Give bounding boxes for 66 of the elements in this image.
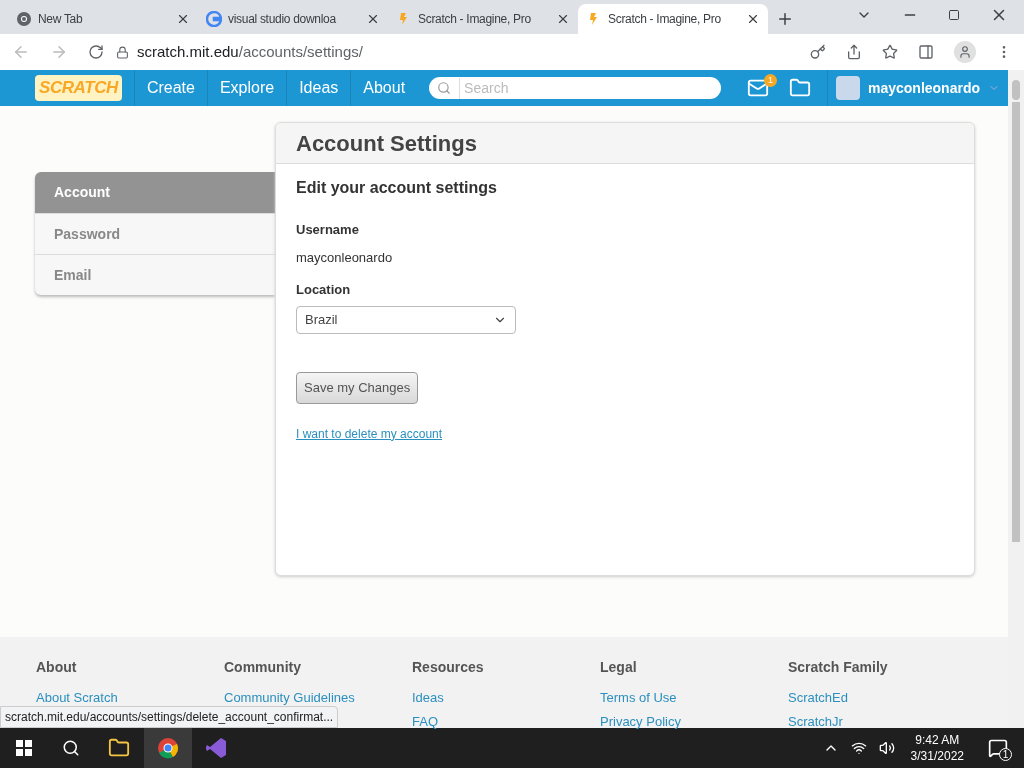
volume-icon[interactable] (878, 740, 895, 756)
footer-link[interactable]: About Scratch (36, 688, 224, 708)
restore-icon[interactable] (948, 9, 960, 21)
windows-start-icon[interactable] (16, 740, 32, 756)
close-icon[interactable] (176, 12, 190, 26)
tab-title: Scratch - Imagine, Pro (608, 11, 722, 28)
chrome-icon[interactable] (157, 737, 179, 759)
browser-tab[interactable]: New Tab (8, 4, 198, 34)
field-label: Location (296, 281, 351, 299)
notification-count: 1 (999, 748, 1012, 761)
address-field[interactable]: scratch.mit.edu/accounts/settings/ (116, 38, 790, 66)
tab-title: visual studio downloa (228, 11, 337, 28)
section-title: Edit your account settings (296, 178, 497, 198)
message-count-badge: 1 (763, 74, 777, 87)
close-icon[interactable] (366, 12, 380, 26)
notifications-icon[interactable] (988, 738, 1008, 758)
sidebar-item[interactable]: Account (35, 172, 275, 213)
username-value: mayconleonardo (296, 248, 393, 267)
footer-link[interactable]: Community Guidelines (224, 688, 412, 708)
browser-tab[interactable]: Scratch - Imagine, Pro (388, 4, 578, 34)
clock-date[interactable]: 3/31/2022 (910, 748, 964, 764)
chrome-icon (16, 11, 32, 27)
tab-title: Scratch - Imagine, Pro (418, 11, 532, 28)
page-title: Account Settings (296, 129, 477, 158)
close-icon[interactable] (556, 12, 570, 26)
clock-time[interactable]: 9:42 AM (915, 732, 960, 748)
browser-tab[interactable]: Scratch - Imagine, Pro (578, 4, 768, 34)
avatar (835, 76, 860, 100)
side-panel-icon[interactable] (918, 44, 934, 60)
file-explorer-icon[interactable] (108, 737, 130, 759)
footer-link[interactable]: Terms of Use (600, 688, 788, 708)
browser-tab[interactable]: visual studio downloa (198, 4, 388, 34)
footer-heading: Community (224, 658, 302, 677)
reload-icon[interactable] (88, 44, 104, 60)
close-icon[interactable] (746, 12, 760, 26)
field-label: Username (296, 221, 359, 239)
messages-icon[interactable] (746, 77, 769, 99)
footer-link[interactable]: Ideas (412, 688, 600, 708)
tab-title: New Tab (38, 11, 84, 28)
footer-link[interactable]: Privacy Policy (600, 711, 788, 731)
scratch-logo[interactable]: SCRATCH (35, 75, 122, 101)
footer-heading: About (36, 658, 78, 677)
footer-link[interactable]: ScratchJr (788, 711, 976, 731)
new-tab-icon[interactable] (776, 10, 794, 28)
footer-link[interactable]: FAQ (412, 711, 600, 731)
footer-heading: Resources (412, 658, 485, 677)
search-icon[interactable] (62, 739, 80, 757)
scrollbar[interactable] (1008, 70, 1024, 728)
search-icon (437, 81, 452, 95)
footer-link[interactable]: ScratchEd (788, 688, 976, 708)
footer-heading: Legal (600, 658, 638, 677)
visual-studio-icon[interactable] (204, 736, 228, 760)
bookmark-star-icon[interactable] (882, 44, 898, 60)
google-icon (206, 11, 222, 27)
lock-icon[interactable] (116, 45, 129, 59)
network-icon[interactable] (850, 740, 867, 756)
key-icon[interactable] (810, 44, 826, 60)
search-field[interactable]: Search (429, 77, 722, 99)
status-url-bubble: scratch.mit.edu/accounts/settings/delete_account_confirmat... (0, 706, 339, 728)
footer-heading: Scratch Family (788, 658, 889, 677)
delete-account-link[interactable]: I want to delete my account (296, 424, 443, 443)
share-icon[interactable] (846, 44, 862, 60)
save-button[interactable]: Save my Changes (296, 371, 419, 404)
my-stuff-icon[interactable] (788, 77, 811, 99)
profile-avatar[interactable] (954, 41, 976, 63)
location-select[interactable]: Brazil (296, 305, 516, 334)
